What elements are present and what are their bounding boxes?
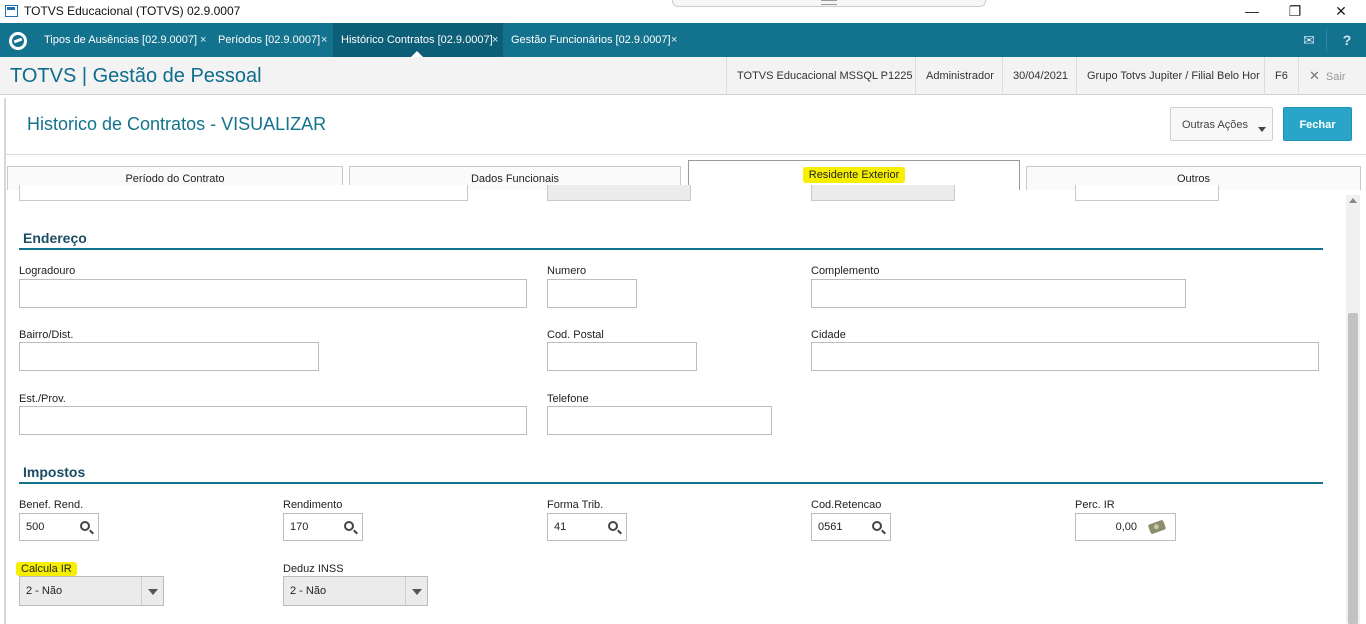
totvs-logo-icon[interactable]: [9, 32, 27, 50]
tab-label: Tipos de Ausências [02.9.0007]: [44, 34, 198, 46]
section-impostos-title: Impostos: [23, 464, 86, 480]
numero-label: Numero: [547, 265, 587, 277]
bairro-input[interactable]: [19, 342, 319, 371]
complemento-label: Complemento: [811, 265, 880, 277]
deduz-inss-select[interactable]: 2 - Não: [283, 576, 428, 606]
section-divider: [19, 248, 1323, 250]
scrolled-field[interactable]: [811, 185, 955, 201]
other-actions-label: Outras Ações: [1182, 119, 1249, 131]
app-tabs-bar: Tipos de Ausências [02.9.0007] × Período…: [0, 23, 1366, 57]
help-icon[interactable]: ?: [1330, 23, 1364, 57]
cod-retencao-value: 0561: [818, 521, 843, 533]
close-tab-icon[interactable]: ×: [321, 23, 327, 57]
scrolled-field[interactable]: [19, 185, 468, 201]
restore-button[interactable]: ❐: [1272, 0, 1318, 23]
tab-tipos-ausencias[interactable]: Tipos de Ausências [02.9.0007] ×: [36, 23, 210, 57]
section-endereco-title: Endereço: [23, 230, 87, 246]
cidade-label: Cidade: [811, 329, 846, 341]
forma-trib-value: 41: [554, 521, 567, 533]
close-tab-icon[interactable]: ×: [671, 23, 677, 57]
deduz-inss-label: Deduz INSS: [283, 563, 344, 575]
benef-rend-label: Benef. Rend.: [19, 499, 84, 511]
search-icon[interactable]: [608, 521, 618, 531]
perc-ir-label: Perc. IR: [1075, 499, 1115, 511]
scrolled-field[interactable]: [1075, 185, 1219, 201]
header-divider: [1326, 29, 1327, 51]
logradouro-input[interactable]: [19, 279, 527, 308]
calcula-ir-value: 2 - Não: [26, 585, 63, 597]
scroll-up-icon[interactable]: [1349, 198, 1357, 203]
content-left-border: [4, 98, 6, 624]
content-divider: [6, 154, 1366, 155]
search-icon[interactable]: [80, 521, 90, 531]
module-header: TOTVS | Gestão de Pessoal TOTVS Educacio…: [0, 57, 1366, 95]
shortcut-info[interactable]: F6: [1264, 57, 1298, 95]
other-actions-button[interactable]: Outras Ações: [1170, 107, 1273, 141]
chevron-down-icon[interactable]: [141, 577, 163, 605]
rendimento-label: Rendimento: [283, 499, 343, 511]
logout-button[interactable]: ✕ Sair: [1298, 57, 1366, 95]
window-grip-handle[interactable]: [672, 0, 986, 7]
tab-gestao-funcionarios[interactable]: Gestão Funcionários [02.9.0007] ×: [503, 23, 684, 57]
complemento-input[interactable]: [811, 279, 1186, 308]
module-brand: TOTVS | Gestão de Pessoal: [10, 65, 262, 87]
calcula-ir-select[interactable]: 2 - Não: [19, 576, 164, 606]
money-icon[interactable]: [1147, 519, 1167, 535]
benef-rend-value: 500: [26, 521, 45, 533]
chevron-down-icon[interactable]: [405, 577, 427, 605]
cod-retencao-label: Cod.Retencao: [811, 499, 882, 511]
scroll-thumb[interactable]: [1348, 313, 1358, 624]
numero-input[interactable]: [547, 279, 637, 308]
close-window-button[interactable]: ✕: [1318, 0, 1364, 23]
tab-label: Gestão Funcionários [02.9.0007]: [511, 34, 671, 46]
user-info[interactable]: Administrador: [915, 57, 1004, 95]
minimize-button[interactable]: —: [1229, 0, 1275, 23]
calcula-ir-label: Calcula IR: [16, 562, 77, 576]
close-tab-icon[interactable]: ×: [200, 23, 206, 57]
rendimento-value: 170: [290, 521, 309, 533]
logout-label: Sair: [1325, 71, 1346, 83]
tab-label: Períodos [02.9.0007]: [218, 34, 321, 46]
est-prov-label: Est./Prov.: [19, 393, 66, 405]
tab-label: Histórico Contratos [02.9.0007]: [341, 34, 493, 46]
company-info[interactable]: Grupo Totvs Jupiter / Filial Belo Hor: [1076, 57, 1270, 95]
perc-ir-value: 0,00: [1115, 521, 1137, 533]
bairro-label: Bairro/Dist.: [19, 329, 74, 341]
search-icon[interactable]: [872, 521, 882, 531]
cod-retencao-input[interactable]: 0561: [811, 513, 891, 541]
benef-rend-input[interactable]: 500: [19, 513, 99, 541]
app-window-icon: [5, 5, 18, 17]
logout-icon: ✕: [1309, 68, 1320, 83]
telefone-label: Telefone: [547, 393, 589, 405]
window-title: TOTVS Educacional (TOTVS) 02.9.0007: [24, 4, 241, 18]
vertical-scrollbar[interactable]: [1346, 195, 1360, 624]
window-titlebar: TOTVS Educacional (TOTVS) 02.9.0007 — ❐ …: [0, 0, 1366, 23]
tab-historico-contratos[interactable]: Histórico Contratos [02.9.0007] ×: [333, 23, 503, 57]
close-tab-icon[interactable]: ×: [492, 23, 498, 57]
forma-trib-input[interactable]: 41: [547, 513, 627, 541]
deduz-inss-value: 2 - Não: [290, 585, 327, 597]
environment-info[interactable]: TOTVS Educacional MSSQL P1225: [726, 57, 922, 95]
tab-label-highlighted: Residente Exterior: [802, 167, 906, 183]
cidade-input[interactable]: [811, 342, 1319, 371]
telefone-input[interactable]: [547, 406, 772, 435]
close-button[interactable]: Fechar: [1283, 107, 1352, 141]
cod-postal-input[interactable]: [547, 342, 697, 371]
forma-trib-label: Forma Trib.: [547, 499, 604, 511]
calcula-ir-label-highlight: Calcula IR: [16, 562, 77, 576]
logradouro-label: Logradouro: [19, 265, 76, 277]
est-prov-input[interactable]: [19, 406, 527, 435]
search-icon[interactable]: [344, 521, 354, 531]
scrolled-field[interactable]: [547, 185, 691, 201]
date-info[interactable]: 30/04/2021: [1002, 57, 1078, 95]
tab-periodos[interactable]: Períodos [02.9.0007] ×: [210, 23, 331, 57]
perc-ir-input[interactable]: 0,00: [1075, 513, 1176, 541]
mail-icon[interactable]: ✉: [1292, 23, 1326, 57]
cod-postal-label: Cod. Postal: [547, 329, 604, 341]
rendimento-input[interactable]: 170: [283, 513, 363, 541]
chevron-down-icon: [1258, 127, 1266, 132]
section-divider: [19, 482, 1323, 484]
page-title: Historico de Contratos - VISUALIZAR: [27, 114, 327, 134]
